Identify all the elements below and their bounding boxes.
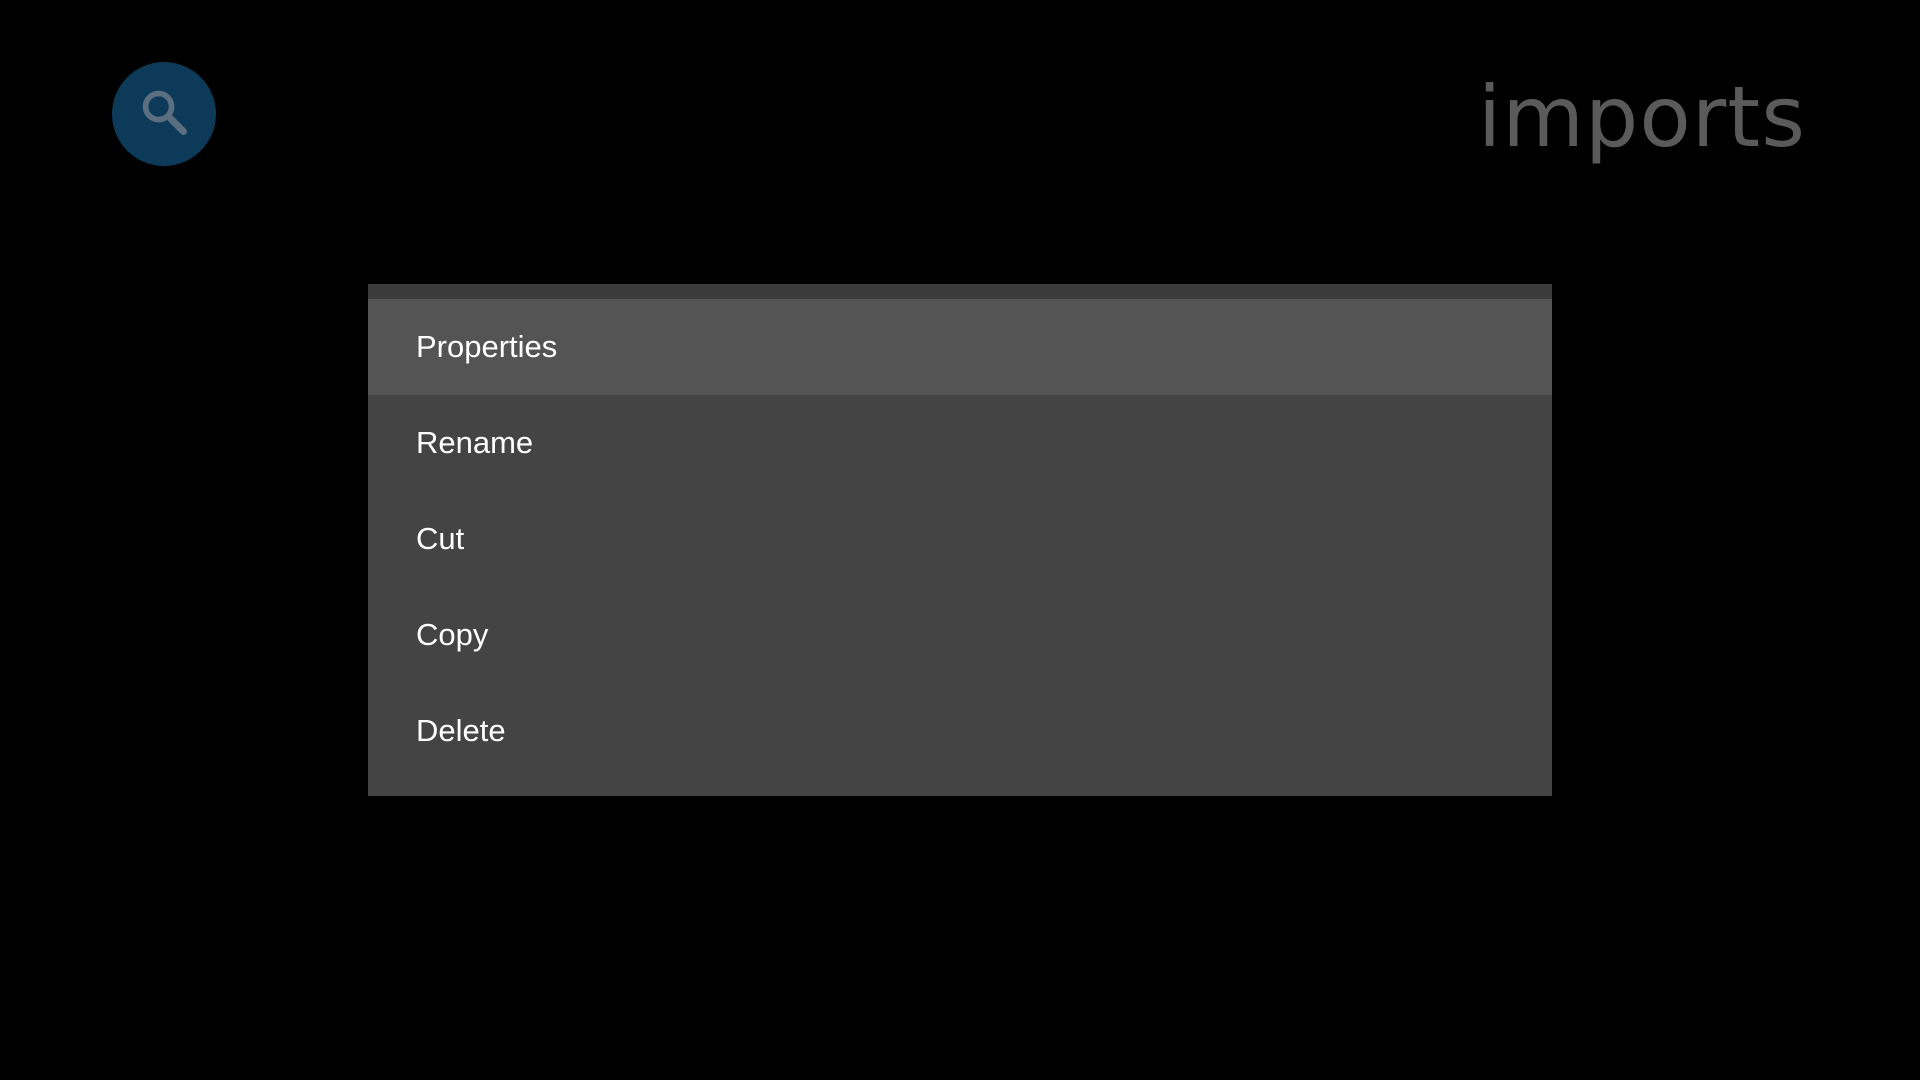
menu-item-label: Cut bbox=[416, 521, 465, 556]
menu-item-rename[interactable]: Rename bbox=[368, 395, 1552, 491]
menu-item-copy[interactable]: Copy bbox=[368, 587, 1552, 683]
context-menu: Properties Rename Cut Copy Delete bbox=[368, 284, 1552, 796]
menu-item-label: Delete bbox=[416, 713, 506, 748]
menu-item-properties[interactable]: Properties bbox=[368, 299, 1552, 395]
menu-item-delete[interactable]: Delete bbox=[368, 683, 1552, 779]
menu-list: Properties Rename Cut Copy Delete bbox=[368, 299, 1552, 779]
menu-item-label: Copy bbox=[416, 617, 489, 652]
menu-item-label: Rename bbox=[416, 425, 534, 460]
search-icon bbox=[138, 86, 190, 143]
page-title: imports bbox=[1477, 68, 1806, 166]
menu-item-label: Properties bbox=[416, 329, 558, 364]
menu-item-cut[interactable]: Cut bbox=[368, 491, 1552, 587]
screen: imports Properties Rename Cut Copy Delet… bbox=[0, 0, 1920, 1080]
search-button[interactable] bbox=[112, 62, 216, 166]
